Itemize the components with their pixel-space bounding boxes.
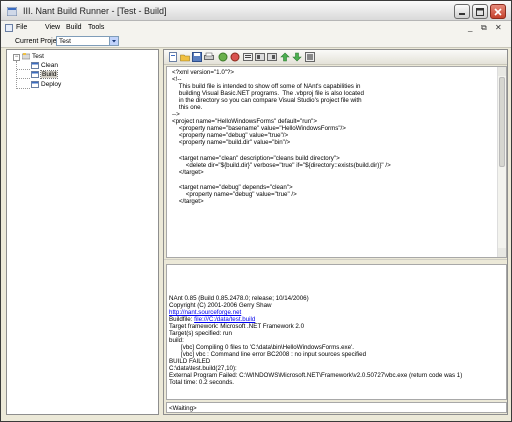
output-link[interactable]: http://nant.sourceforge.net [169,309,241,316]
window-title: III. Nant Build Runner - [Test - Build] [23,6,167,16]
app-icon [7,7,17,16]
new-file-icon[interactable] [168,52,178,62]
scroll-down-arrow-icon[interactable] [498,248,506,257]
mdi-minimize-button[interactable]: _ [468,23,472,32]
output-line: Total time: 0.2 seconds. [169,379,235,386]
output-line: Target framework: Microsoft .NET Framewo… [169,323,305,330]
open-icon[interactable] [180,52,190,62]
output-line: External Program Failed: C:\WINDOWS\Micr… [169,372,463,379]
target-tree: − Test Clean Build Deploy [6,49,159,415]
save-icon[interactable] [192,52,202,62]
target-icon [31,81,39,88]
code-line: <property name="basename" value="HelloWi… [172,125,346,132]
output-line: build: [169,337,184,344]
maximize-button[interactable] [472,4,488,19]
tree-node-label: Deploy [41,81,62,88]
buildfile-editor[interactable]: <?xml version="1.0"?> <!-- This build fi… [166,66,507,258]
output-line: [vbc] vbc : Command line error BC2008 : … [169,351,367,358]
tree-connector [17,69,30,70]
tree-node-label: Clean [41,62,58,69]
output-line: Buildfile: file:///C:/data/test.build [169,316,255,323]
tree-node-deploy[interactable]: Deploy [31,80,61,89]
menu-build[interactable]: Build [66,24,82,31]
mdi-restore-button[interactable]: ⧉ [481,23,487,33]
list-icon[interactable] [243,52,253,62]
code-line: </target> [172,169,204,176]
status-bar: <Waiting> [166,402,507,413]
output-line: Copyright (C) 2001-2006 Gerry Shaw [169,302,272,309]
code-line: <target name="clean" description="cleans… [172,155,340,162]
tree-node-label: Build [39,70,59,79]
document-icon [5,24,13,32]
tree-connector [17,88,30,89]
status-text: <Waiting> [169,405,197,412]
code-line: <target name="debug" depends="clean"> [172,184,293,191]
minimize-icon [459,13,465,15]
stop-icon[interactable] [230,52,240,62]
properties-icon[interactable] [255,52,265,62]
properties-icon[interactable] [267,52,277,62]
menu-file[interactable]: File [16,24,27,31]
code-line: --> [172,111,180,118]
code-line: <property name="debug" value="true"/> [172,132,289,139]
code-line: building Visual Basic.NET programs. The … [172,90,364,97]
output-line: [vbc] Compiling 0 files to 'C:\data\bin\… [169,344,354,351]
code-line: <?xml version="1.0"?> [172,69,235,76]
chevron-down-icon[interactable] [109,37,118,45]
down-arrow-icon[interactable] [292,52,302,62]
code-line: this one. [172,104,203,111]
horizontal-splitter[interactable] [164,259,507,263]
output-line: NAnt 0.85 (Build 0.85.2478.0; release; 1… [169,295,309,302]
menu-view[interactable]: View [45,24,60,31]
scroll-up-arrow-icon[interactable] [498,67,506,76]
build-output[interactable]: NAnt 0.85 (Build 0.85.2478.0; release; 1… [166,264,507,400]
tree-root-label: Test [32,53,44,60]
code-line: <property name="debug" value="true" /> [172,191,297,198]
code-line: </target> [172,198,204,205]
project-icon [22,53,30,60]
close-button[interactable] [490,4,506,19]
target-icon [31,71,39,78]
tree-root-node[interactable]: Test [22,52,44,61]
scroll-thumb[interactable] [499,77,505,167]
tree-node-clean[interactable]: Clean [31,61,58,70]
tree-node-build[interactable]: Build [31,70,59,79]
tree-connector [17,78,30,79]
menu-tools[interactable]: Tools [88,24,104,31]
buildfile-prefix: Buildfile: [169,316,195,323]
output-line: BUILD FAILED [169,358,211,365]
build-icon[interactable] [218,52,228,62]
output-line: C:\data\test.build(27,10): [169,365,237,372]
mdi-close-button[interactable]: ✕ [495,23,502,32]
code-line: This build file is intended to show off … [172,83,361,90]
code-line: in the directory so you can compare Visu… [172,97,362,104]
minimize-button[interactable] [454,4,470,19]
editor-toolbar [164,50,507,65]
title-bar[interactable]: III. Nant Build Runner - [Test - Build] [1,1,511,21]
close-doc-icon[interactable] [305,52,315,62]
project-select-value: Test [59,38,71,45]
build-pane: <?xml version="1.0"?> <!-- This build fi… [163,49,508,415]
editor-scrollbar[interactable] [497,67,506,257]
tree-expander[interactable]: − [13,54,20,61]
buildfile-link[interactable]: file:///C:/data/test.build [194,316,255,323]
menu-bar: File View Build Tools _ ⧉ ✕ [1,21,511,35]
project-select[interactable]: Test [56,36,119,46]
target-icon [31,62,39,69]
project-bar: Current Project: Test [1,35,511,48]
code-line: <!-- [172,76,182,83]
up-arrow-icon[interactable] [280,52,290,62]
code-line: <delete dir="${build.dir}" verbose="true… [172,162,391,169]
maximize-icon [476,8,484,16]
close-icon [494,8,502,16]
print-icon[interactable] [204,52,214,62]
output-line: Target(s) specified: run [169,330,232,337]
code-line: <project name="HelloWindowsForms" defaul… [172,118,317,125]
code-line: <property name="build.dir" value="bin"/> [172,139,291,146]
app-window: III. Nant Build Runner - [Test - Build] … [0,0,512,422]
tree-connector [16,61,17,89]
